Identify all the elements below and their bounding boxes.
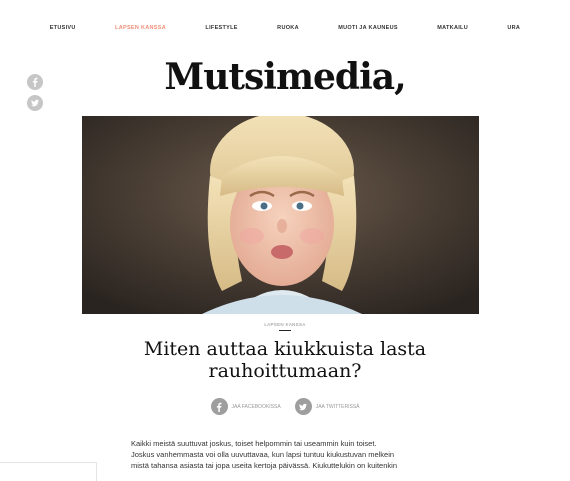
body-line: mistä tahansa asiasta tai jopa useita ke… xyxy=(131,461,397,470)
share-twitter-button[interactable]: JAA TWITTERISSÄ xyxy=(294,398,360,415)
corner-widget xyxy=(0,462,97,481)
nav-item-ruoka[interactable]: RUOKA xyxy=(277,25,299,31)
nav-item-lifestyle[interactable]: LIFESTYLE xyxy=(205,25,237,31)
angry-child-photo xyxy=(82,116,479,314)
share-facebook-button[interactable]: JAA FACEBOOKISSA xyxy=(210,398,281,415)
facebook-icon xyxy=(210,398,228,415)
article-body: Kaikki meistä suuttuvat joskus, toiset h… xyxy=(131,438,441,471)
share-twitter-label: JAA TWITTERISSÄ xyxy=(315,403,360,410)
share-buttons: JAA FACEBOOKISSA JAA TWITTERISSÄ xyxy=(0,398,570,415)
main-nav: ETUSIVU LAPSEN KANSSA LIFESTYLE RUOKA MU… xyxy=(0,22,570,34)
nav-item-lapsen-kanssa[interactable]: LAPSEN KANSSA xyxy=(115,25,166,31)
body-line: Joskus vanhemmasta voi olla uuvuttavaa, … xyxy=(131,450,395,459)
category-divider xyxy=(279,330,291,331)
article-category[interactable]: LAPSEN KANSSA xyxy=(0,322,570,327)
share-facebook-label: JAA FACEBOOKISSA xyxy=(231,403,281,410)
nav-item-matkailu[interactable]: MATKAILU xyxy=(437,25,468,31)
nav-item-ura[interactable]: URA xyxy=(507,25,520,31)
twitter-icon xyxy=(294,398,312,415)
body-line: Kaikki meistä suuttuvat joskus, toiset h… xyxy=(131,439,377,448)
nav-item-muoti-ja-kauneus[interactable]: MUOTI JA KAUNEUS xyxy=(338,25,398,31)
site-logo[interactable]: Mutsimedia, xyxy=(0,56,570,98)
article-title: Miten auttaa kiukkuista lasta rauhoittum… xyxy=(143,338,427,382)
hero-image xyxy=(82,116,479,314)
nav-item-etusivu[interactable]: ETUSIVU xyxy=(50,25,76,31)
